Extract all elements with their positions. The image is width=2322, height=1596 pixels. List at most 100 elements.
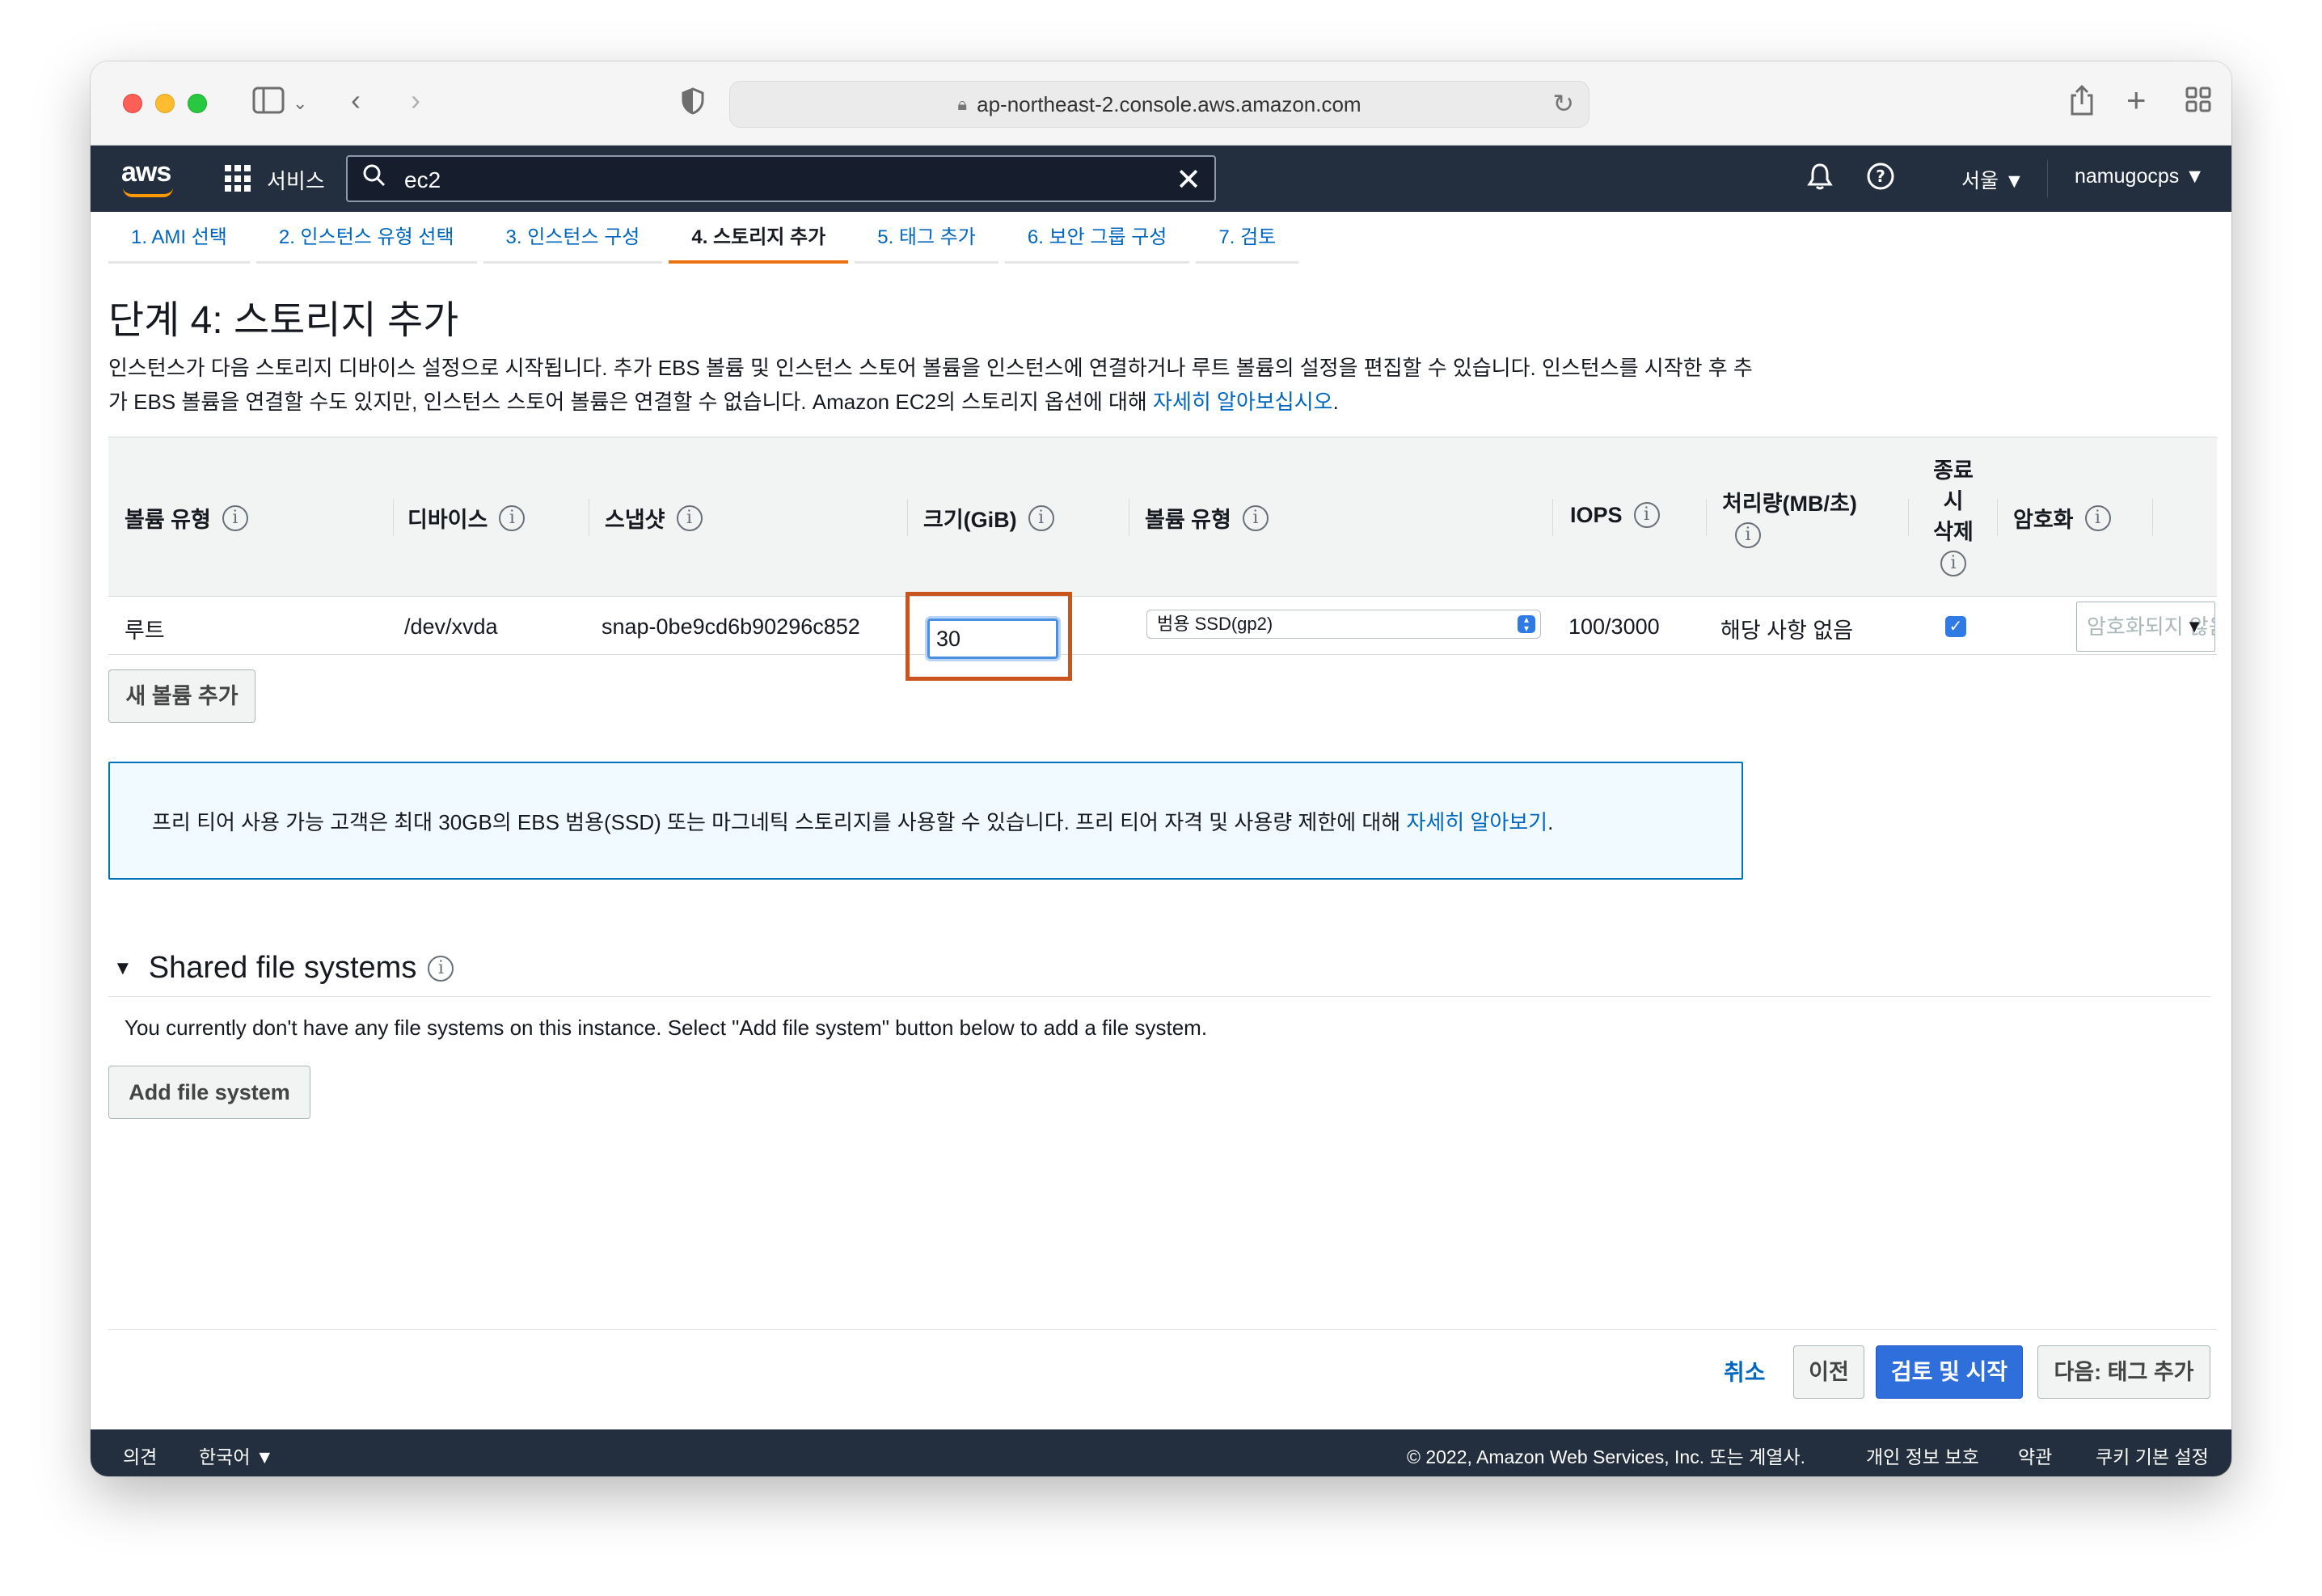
table-header: 볼륨 유형 i 디바이스 i 스냅샷 i 크기(GiB) i 볼륨 유형 i IOPS i … — [108, 437, 2217, 597]
aws-smile-icon — [123, 188, 173, 197]
share-icon[interactable] — [2068, 84, 2096, 123]
info-icon[interactable]: i — [1028, 505, 1054, 531]
cookie-preferences-link[interactable]: 쿠키 기본 설정 — [2096, 1442, 2209, 1469]
size-highlight-box: 30 — [906, 592, 1072, 681]
free-tier-end: . — [1547, 810, 1554, 834]
aws-logo[interactable]: aws — [121, 157, 178, 199]
info-icon[interactable]: i — [499, 505, 526, 531]
tab-configure-instance[interactable]: 3. 인스턴스 구성 — [483, 222, 663, 264]
add-file-system-button[interactable]: Add file system — [108, 1066, 310, 1119]
header-volume-type: 볼륨 유형 i — [1145, 502, 1269, 534]
bell-icon[interactable] — [1806, 162, 1834, 196]
tab-review[interactable]: 7. 검토 — [1196, 222, 1299, 264]
info-icon[interactable]: i — [676, 505, 703, 531]
description-end: . — [1332, 390, 1339, 414]
info-icon[interactable]: i — [1242, 505, 1269, 531]
lock-icon: 🔒︎ — [957, 94, 968, 114]
learn-more-link[interactable]: 자세히 알아보십시오 — [1153, 390, 1333, 414]
free-tier-learn-more-link[interactable]: 자세히 알아보기 — [1406, 810, 1547, 834]
account-menu[interactable]: namugocps ▼ — [2075, 165, 2205, 188]
page-content: 단계 4: 스토리지 추가 인스턴스가 다음 스토리지 디바이스 설정으로 시작… — [108, 288, 2210, 419]
privacy-link[interactable]: 개인 정보 보호 — [1866, 1442, 1979, 1469]
clear-search-icon[interactable]: ✕ — [1176, 162, 1201, 198]
forward-icon[interactable]: › — [411, 84, 420, 116]
description-text: 인스턴스가 다음 스토리지 디바이스 설정으로 시작됩니다. 추가 EBS 볼륨… — [108, 356, 1753, 414]
divider — [108, 1329, 2217, 1330]
header-size: 크기(GiB) i — [923, 502, 1054, 534]
volume-type-select[interactable]: 범용 SSD(gp2) ▴ ▾ — [1146, 610, 1541, 639]
iops-value: 100/3000 — [1568, 614, 1660, 639]
file-systems-title: Shared file systems — [148, 951, 417, 985]
reload-icon[interactable]: ↻ — [1552, 88, 1574, 119]
info-icon[interactable]: i — [428, 955, 454, 982]
language-selector[interactable]: 한국어 ▼ — [199, 1442, 274, 1469]
caret-down-icon: ▼ — [2185, 616, 2203, 636]
services-grid-icon[interactable] — [225, 165, 252, 192]
previous-button[interactable]: 이전 — [1793, 1345, 1864, 1399]
encryption-select[interactable]: 암호화되지 않음 ▼ — [2076, 602, 2215, 652]
tab-ami-select[interactable]: 1. AMI 선택 — [108, 222, 250, 264]
console-footer: 의견 한국어 ▼ © 2022, Amazon Web Services, In… — [91, 1429, 2231, 1476]
url-text: ap-northeast-2.console.aws.amazon.com — [977, 91, 1362, 116]
header-volume-kind: 볼륨 유형 i — [125, 502, 248, 534]
tab-overview-icon[interactable] — [2185, 86, 2212, 120]
search-input[interactable]: ec2 ✕ — [346, 155, 1216, 202]
browser-window: ⌄ ‹ › 🔒︎ ap-northeast-2.console.aws.amaz… — [91, 61, 2231, 1476]
terms-link[interactable]: 약관 — [2018, 1442, 2052, 1469]
snapshot-value[interactable]: snap-0be9cd6b90296c852 — [602, 614, 860, 640]
info-icon[interactable]: i — [1940, 551, 1966, 576]
tab-instance-type[interactable]: 2. 인스턴스 유형 선택 — [255, 222, 477, 264]
page-description: 인스턴스가 다음 스토리지 디바이스 설정으로 시작됩니다. 추가 EBS 볼륨… — [108, 351, 1766, 419]
svg-text:?: ? — [1876, 167, 1885, 186]
tab-add-storage[interactable]: 4. 스토리지 추가 — [669, 222, 849, 264]
caret-down-icon: ▼ — [113, 956, 133, 979]
free-tier-notice: 프리 티어 사용 가능 고객은 최대 30GB의 EBS 범용(SSD) 또는 … — [108, 762, 1743, 880]
header-snapshot: 스냅샷 i — [605, 502, 703, 534]
aws-logo-text: aws — [121, 157, 171, 188]
info-icon[interactable]: i — [222, 505, 248, 531]
services-menu[interactable]: 서비스 — [267, 165, 325, 195]
divider — [108, 996, 2210, 997]
size-input[interactable]: 30 — [927, 619, 1058, 659]
search-value: ec2 — [404, 167, 441, 192]
add-volume-button[interactable]: 새 볼륨 추가 — [108, 669, 255, 723]
table-row: 루트 /dev/xvda snap-0be9cd6b90296c852 30 범… — [108, 592, 2217, 681]
delete-on-termination-checkbox[interactable]: ✓ — [1945, 616, 1966, 637]
close-window-button[interactable] — [123, 94, 142, 113]
browser-toolbar: ⌄ ‹ › 🔒︎ ap-northeast-2.console.aws.amaz… — [91, 61, 2231, 146]
back-icon[interactable]: ‹ — [351, 84, 361, 116]
minimize-window-button[interactable] — [155, 94, 175, 113]
address-bar[interactable]: 🔒︎ ap-northeast-2.console.aws.amazon.com… — [729, 81, 1590, 128]
info-icon[interactable]: i — [1735, 522, 1761, 548]
page-title: 단계 4: 스토리지 추가 — [108, 299, 459, 342]
tab-security-group[interactable]: 6. 보안 그룹 구성 — [1004, 222, 1190, 264]
storage-table: 볼륨 유형 i 디바이스 i 스냅샷 i 크기(GiB) i 볼륨 유형 i IOPS i … — [108, 437, 2217, 681]
device-value: /dev/xvda — [404, 614, 498, 639]
wizard-steps: 1. AMI 선택 2. 인스턴스 유형 선택 3. 인스턴스 구성 4. 스토… — [108, 222, 1305, 264]
header-encryption: 암호화 i — [2013, 502, 2111, 534]
feedback-link[interactable]: 의견 — [123, 1442, 157, 1469]
info-icon[interactable]: i — [2084, 505, 2111, 531]
sidebar-toggle-icon[interactable] — [251, 86, 286, 121]
select-arrows-icon: ▴ ▾ — [1518, 614, 1535, 633]
new-tab-icon[interactable]: + — [2126, 83, 2147, 117]
nav-divider — [2047, 160, 2048, 197]
shield-icon[interactable] — [681, 87, 705, 121]
review-and-launch-button[interactable]: 검토 및 시작 — [1876, 1345, 2023, 1399]
info-icon[interactable]: i — [1633, 502, 1660, 528]
help-icon[interactable]: ? — [1866, 162, 1895, 196]
tab-add-tags[interactable]: 5. 태그 추가 — [855, 222, 998, 264]
throughput-value: 해당 사항 없음 — [1720, 619, 1854, 643]
volume-type-value: 범용 SSD(gp2) — [1157, 614, 1273, 634]
chevron-down-icon[interactable]: ⌄ — [293, 87, 307, 120]
region-selector[interactable]: 서울 ▼ — [1961, 165, 2024, 194]
cancel-link[interactable]: 취소 — [1724, 1355, 1766, 1387]
next-add-tags-button[interactable]: 다음: 태그 추가 — [2037, 1345, 2210, 1399]
file-systems-section-toggle[interactable]: ▼ Shared file systems i — [113, 951, 454, 986]
free-tier-text: 프리 티어 사용 가능 고객은 최대 30GB의 EBS 범용(SSD) 또는 … — [152, 810, 1407, 834]
file-systems-empty-text: You currently don't have any file system… — [125, 1015, 1208, 1040]
zoom-window-button[interactable] — [188, 94, 207, 113]
copyright-text: © 2022, Amazon Web Services, Inc. 또는 계열사… — [1407, 1446, 1806, 1467]
volume-kind-value: 루트 — [125, 619, 165, 643]
header-delete-on-termination: 종료 시 삭제 i — [1926, 455, 1981, 576]
